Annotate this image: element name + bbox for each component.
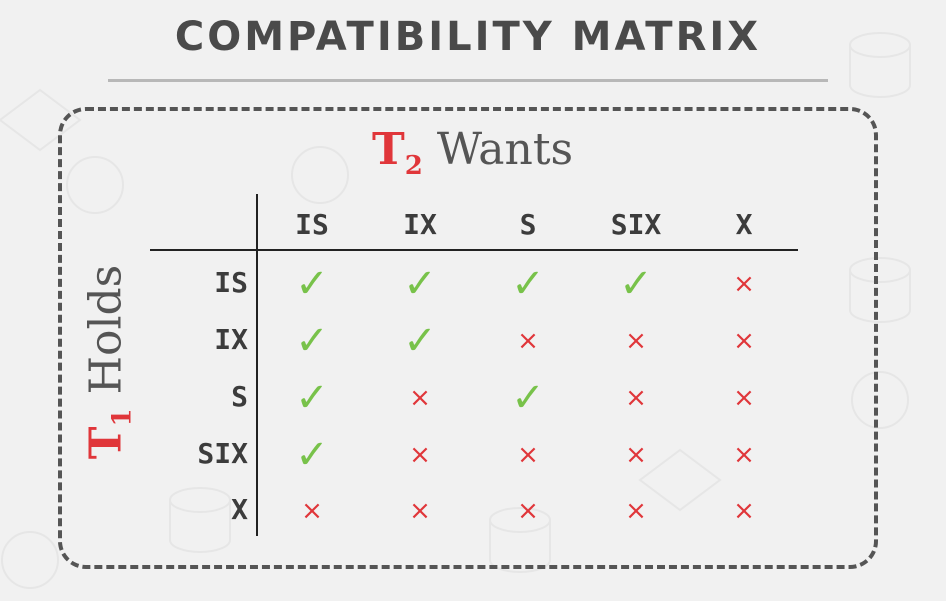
row-header-s: S xyxy=(231,380,248,413)
cross-icon: × xyxy=(301,496,323,526)
cross-icon: × xyxy=(733,440,755,470)
column-axis-label: Wants xyxy=(436,124,574,175)
check-icon: ✓ xyxy=(295,261,329,307)
column-header-ix: IX xyxy=(403,208,437,241)
cross-icon: × xyxy=(409,496,431,526)
column-header-six: SIX xyxy=(610,208,662,241)
column-axis-title: T2 Wants xyxy=(372,124,574,181)
row-axis-label: Holds xyxy=(80,264,132,395)
column-header-is: IS xyxy=(295,208,329,241)
row-axis-title: T1 Holds xyxy=(80,264,138,460)
check-icon: ✓ xyxy=(619,261,653,307)
check-icon: ✓ xyxy=(403,318,437,364)
row-header-ix: IX xyxy=(214,323,248,356)
cross-icon: × xyxy=(517,326,539,356)
check-icon: ✓ xyxy=(511,261,545,307)
check-icon: ✓ xyxy=(295,375,329,421)
cross-icon: × xyxy=(517,496,539,526)
check-icon: ✓ xyxy=(295,318,329,364)
check-icon: ✓ xyxy=(403,261,437,307)
column-axis-subscript: 2 xyxy=(404,151,423,181)
row-header-is: IS xyxy=(214,266,248,299)
cross-icon: × xyxy=(733,496,755,526)
cross-icon: × xyxy=(625,326,647,356)
cross-icon: × xyxy=(409,383,431,413)
cross-icon: × xyxy=(409,440,431,470)
cross-icon: × xyxy=(625,496,647,526)
column-axis-letter: T xyxy=(372,124,405,175)
row-header-x: X xyxy=(231,493,248,526)
row-header-six: SIX xyxy=(197,437,248,470)
cross-icon: × xyxy=(733,269,755,299)
cross-icon: × xyxy=(517,440,539,470)
cross-icon: × xyxy=(733,326,755,356)
title-underline xyxy=(108,79,828,82)
horizontal-divider xyxy=(150,249,798,251)
row-axis-subscript: 1 xyxy=(107,408,138,427)
check-icon: ✓ xyxy=(295,432,329,478)
cross-icon: × xyxy=(625,440,647,470)
page-title: COMPATIBILITY MATRIX xyxy=(174,14,762,60)
row-axis-letter: T xyxy=(80,426,132,460)
cross-icon: × xyxy=(625,383,647,413)
column-header-x: X xyxy=(735,208,753,241)
column-header-s: S xyxy=(519,208,537,241)
check-icon: ✓ xyxy=(511,375,545,421)
cross-icon: × xyxy=(733,383,755,413)
vertical-divider xyxy=(256,194,258,536)
